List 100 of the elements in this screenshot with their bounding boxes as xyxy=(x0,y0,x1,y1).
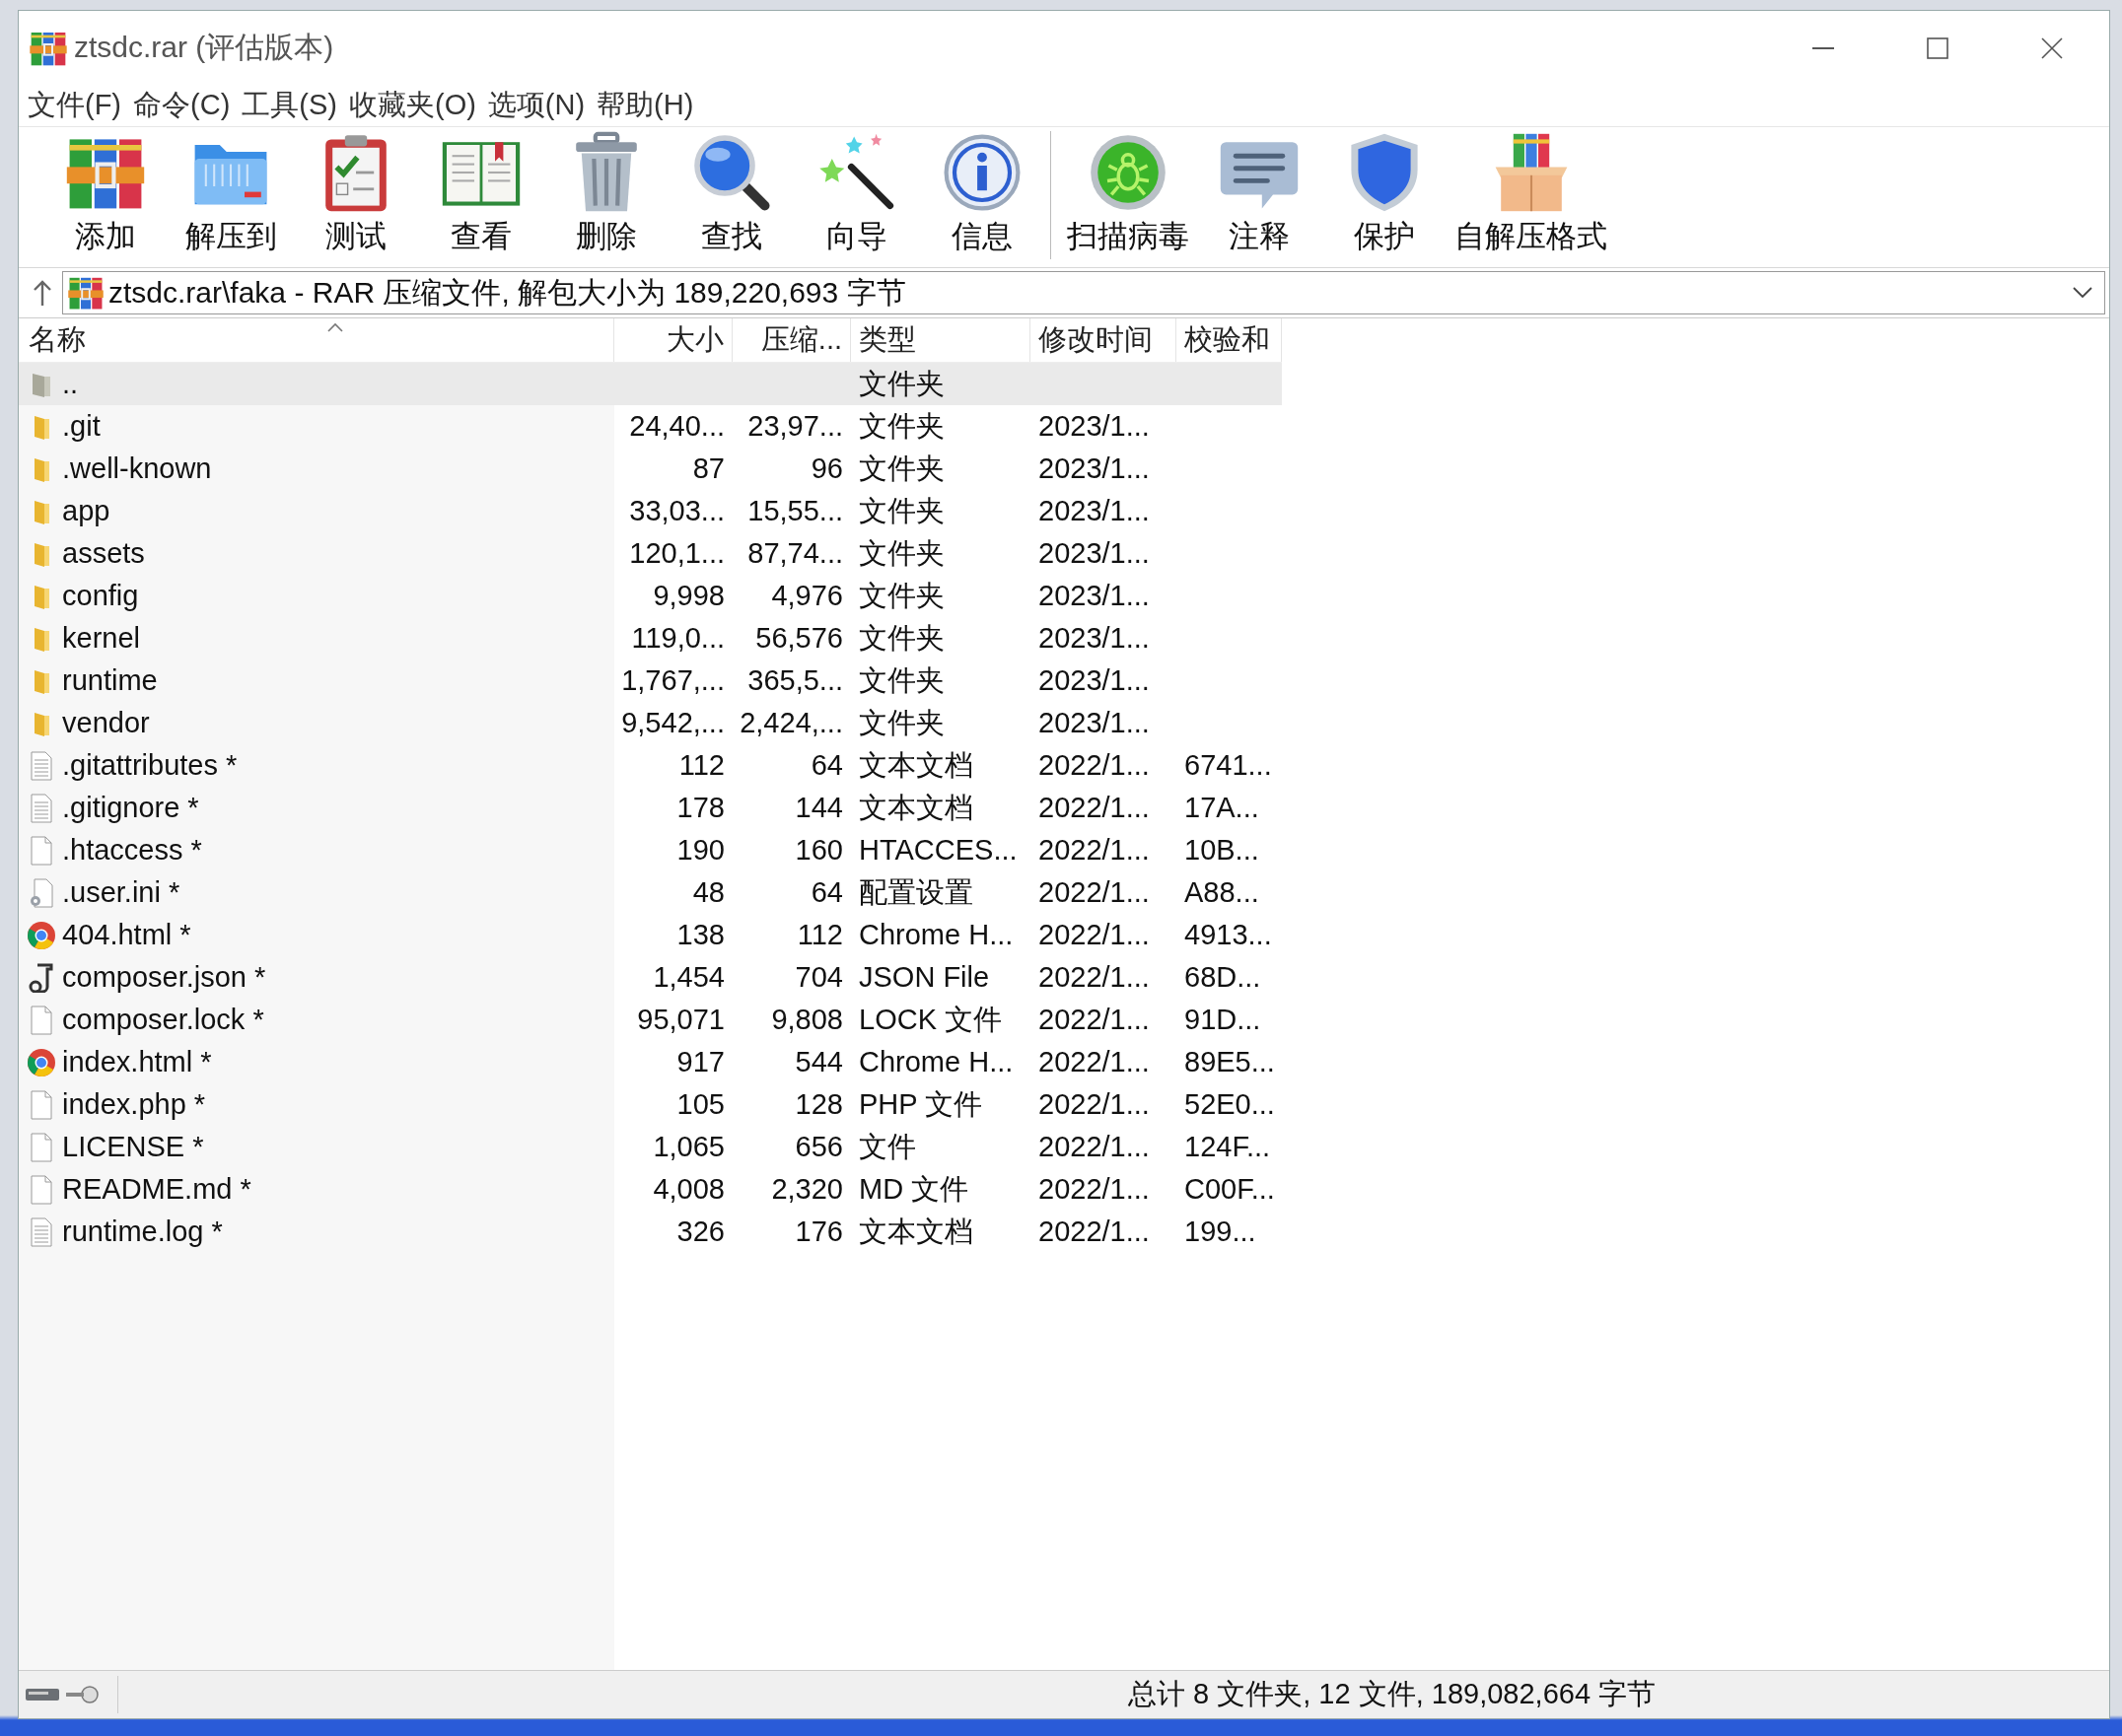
checksum: 6741... xyxy=(1184,749,1272,782)
file-name: kernel xyxy=(62,622,140,655)
up-button[interactable] xyxy=(33,280,52,306)
file-row[interactable]: app 33,03... 15,55... 文件夹 2023/1... xyxy=(19,490,1282,532)
toolbar-button[interactable]: 保护 xyxy=(1325,127,1444,267)
checksum: 4913... xyxy=(1184,919,1272,951)
toolbar-button[interactable]: 向导 xyxy=(798,127,916,267)
packed-size: 96 xyxy=(811,452,843,485)
file-type: 文件夹 xyxy=(859,535,945,571)
toolbar-button[interactable]: 测试 xyxy=(297,127,415,267)
path-field[interactable]: ztsdc.rar\faka - RAR 压缩文件, 解包大小为 189,220,693 字节 xyxy=(62,271,2105,314)
file-row[interactable]: README.md * 4,008 2,320 MD 文件 2022/1... C00F... xyxy=(19,1168,1282,1211)
file-name: .gitignore * xyxy=(62,792,199,824)
drive-icon xyxy=(25,1687,60,1702)
dropdown-chevron-icon xyxy=(2073,287,2092,299)
packed-size: 15,55... xyxy=(747,495,843,527)
file-row[interactable]: config 9,998 4,976 文件夹 2023/1... xyxy=(19,575,1282,617)
file-row[interactable]: .. 文件夹 xyxy=(19,363,1282,405)
file-name: .well-known xyxy=(62,452,212,485)
file-type: 文件夹 xyxy=(859,578,945,613)
file-row[interactable]: .gitignore * 178 144 文本文档 2022/1... 17A... xyxy=(19,787,1282,829)
modified-date: 2022/1... xyxy=(1038,1215,1150,1248)
packed-size: 64 xyxy=(811,749,843,782)
file-type: 文件夹 xyxy=(859,620,945,656)
file-row[interactable]: index.html * 917 544 Chrome H... 2022/1... 89E5... xyxy=(19,1041,1282,1083)
file-row[interactable]: index.php * 105 128 PHP 文件 2022/1... 52E0... xyxy=(19,1083,1282,1126)
toolbar-button[interactable]: 解压到 xyxy=(172,127,290,267)
file-name: LICENSE * xyxy=(62,1131,204,1163)
file-type: HTACCES... xyxy=(859,834,1018,867)
toolbar-button[interactable]: 注释 xyxy=(1200,127,1318,267)
file-row[interactable]: 404.html * 138 112 Chrome H... 2022/1... 4913... xyxy=(19,914,1282,956)
file-name: composer.json * xyxy=(62,961,266,994)
packed-size: 365,5... xyxy=(747,664,843,697)
file-type: PHP 文件 xyxy=(859,1086,983,1122)
modified-date: 2022/1... xyxy=(1038,919,1150,951)
file-type: Chrome H... xyxy=(859,1046,1014,1078)
checksum: 199... xyxy=(1184,1215,1256,1248)
toolbar-button[interactable]: 扫描病毒 xyxy=(1063,127,1193,267)
file-row[interactable]: vendor 9,542,... 2,424,... 文件夹 2023/1... xyxy=(19,702,1282,744)
checksum: C00F... xyxy=(1184,1173,1275,1206)
note-glyph-icon xyxy=(27,962,56,993)
key-icon xyxy=(64,1684,100,1705)
modified-date: 2022/1... xyxy=(1038,1131,1150,1163)
packed-size: 56,576 xyxy=(755,622,843,655)
toolbar-button[interactable]: 查看 xyxy=(422,127,540,267)
packed-size: 64 xyxy=(811,876,843,909)
file-row[interactable]: runtime.log * 326 176 文本文档 2022/1... 199... xyxy=(19,1211,1282,1253)
toolbar-button[interactable]: 自解压格式 xyxy=(1450,127,1611,267)
file-type: 文件夹 xyxy=(859,408,945,444)
menu-item[interactable]: 选项(N) xyxy=(482,86,591,125)
toolbar-button[interactable]: 查找 xyxy=(672,127,791,267)
file-name: .git xyxy=(62,410,101,443)
file-name: assets xyxy=(62,537,145,570)
toolbar-button[interactable]: 删除 xyxy=(547,127,666,267)
sort-caret-icon xyxy=(326,322,343,332)
packed-size: 704 xyxy=(795,961,843,994)
menu-item[interactable]: 帮助(H) xyxy=(592,86,699,125)
window-title: ztsdc.rar (评估版本) xyxy=(74,30,334,65)
circle-logo-icon xyxy=(27,1047,56,1077)
modified-date: 2022/1... xyxy=(1038,792,1150,824)
file-name: 404.html * xyxy=(62,919,191,951)
menu-item[interactable]: 命令(C) xyxy=(128,86,236,125)
file-size: 119,0... xyxy=(631,622,725,655)
file-size: 105 xyxy=(676,1088,725,1121)
modified-date: 2022/1... xyxy=(1038,749,1150,782)
up-arrow-icon xyxy=(33,280,52,306)
file-row[interactable]: assets 120,1... 87,74... 文件夹 2023/1... xyxy=(19,532,1282,575)
file-row[interactable]: kernel 119,0... 56,576 文件夹 2023/1... xyxy=(19,617,1282,660)
menu-item[interactable]: 文件(F) xyxy=(23,86,127,125)
file-type: MD 文件 xyxy=(859,1171,969,1207)
file-size: 112 xyxy=(678,749,725,782)
file-type: LOCK 文件 xyxy=(859,1002,1003,1037)
file-row[interactable]: .well-known 87 96 文件夹 2023/1... xyxy=(19,448,1282,490)
file-type: 文件 xyxy=(859,1129,916,1164)
file-row[interactable]: .git 24,40... 23,97... 文件夹 2023/1... xyxy=(19,405,1282,448)
file-name: runtime xyxy=(62,664,158,697)
menu-item[interactable]: 工具(S) xyxy=(237,86,342,125)
file-row[interactable]: .gitattributes * 112 64 文本文档 2022/1... 6741... xyxy=(19,744,1282,787)
file-row[interactable]: .user.ini * 48 64 配置设置 2022/1... A88... xyxy=(19,871,1282,914)
file-row[interactable]: runtime 1,767,... 365,5... 文件夹 2023/1... xyxy=(19,660,1282,702)
file-row[interactable]: .htaccess * 190 160 HTACCES... 2022/1... 10B... xyxy=(19,829,1282,871)
file-type: 文件夹 xyxy=(859,451,945,486)
file-row[interactable]: composer.json * 1,454 704 JSON File 2022/1... 68D... xyxy=(19,956,1282,999)
file-size: 95,071 xyxy=(637,1004,725,1036)
archive-path: ztsdc.rar\faka - RAR 压缩文件, 解包大小为 189,220,693 字节 xyxy=(108,274,907,311)
file-type: 文本文档 xyxy=(859,1214,973,1249)
file-size: 1,767,... xyxy=(621,664,725,697)
file-name: .user.ini * xyxy=(62,876,180,909)
modified-date: 2023/1... xyxy=(1038,707,1150,739)
file-type: 文本文档 xyxy=(859,747,973,783)
toolbar-button[interactable]: 添加 xyxy=(46,127,165,267)
file-size: 120,1... xyxy=(629,537,725,570)
menu-item[interactable]: 收藏夹(O) xyxy=(343,86,481,125)
packed-size: 144 xyxy=(795,792,843,824)
file-row[interactable]: composer.lock * 95,071 9,808 LOCK 文件 2022/1... 91D... xyxy=(19,999,1282,1041)
file-type: 文件夹 xyxy=(859,662,945,698)
toolbar-button[interactable]: 信息 xyxy=(923,127,1041,267)
packed-size: 112 xyxy=(797,919,843,951)
file-row[interactable]: LICENSE * 1,065 656 文件 2022/1... 124F... xyxy=(19,1126,1282,1168)
modified-date: 2023/1... xyxy=(1038,622,1150,655)
